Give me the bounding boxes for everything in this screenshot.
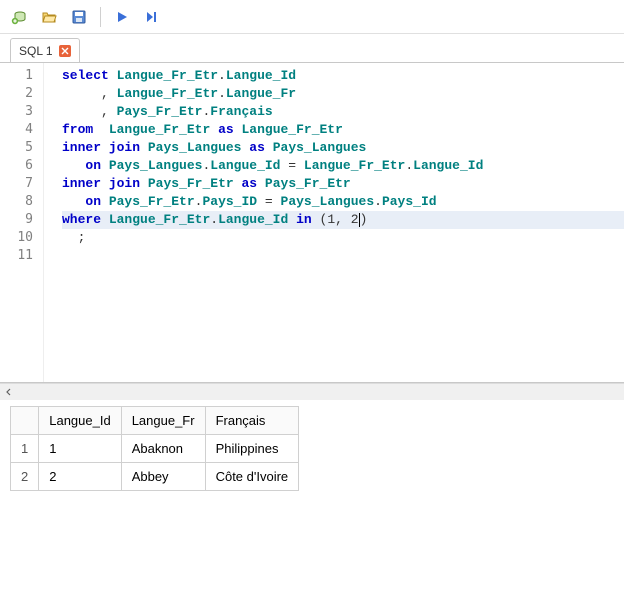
code-line: , Langue_Fr_Etr.Langue_Fr [62, 85, 624, 103]
cell[interactable]: Côte d'Ivoire [205, 463, 299, 491]
code-line: from Langue_Fr_Etr as Langue_Fr_Etr [62, 121, 624, 139]
cell[interactable]: Abbey [121, 463, 205, 491]
results-table[interactable]: Langue_IdLangue_FrFrançais 11AbaknonPhil… [10, 406, 299, 491]
scroll-left-icon[interactable] [0, 384, 17, 401]
cell[interactable]: 1 [39, 435, 121, 463]
tab-label: SQL 1 [19, 44, 53, 58]
tab-sql1[interactable]: SQL 1 [10, 38, 80, 62]
horizontal-scrollbar[interactable] [0, 383, 624, 400]
column-header[interactable]: Langue_Fr [121, 407, 205, 435]
editor-panel: 1234567891011 select Langue_Fr_Etr.Langu… [0, 62, 624, 400]
code-line: on Pays_Fr_Etr.Pays_ID = Pays_Langues.Pa… [62, 193, 624, 211]
line-number: 6 [0, 157, 43, 175]
row-number: 1 [11, 435, 39, 463]
row-number: 2 [11, 463, 39, 491]
code-editor[interactable]: 1234567891011 select Langue_Fr_Etr.Langu… [0, 63, 624, 383]
code-line: where Langue_Fr_Etr.Langue_Id in (1, 2) [62, 211, 624, 229]
code-line: inner join Pays_Fr_Etr as Pays_Fr_Etr [62, 175, 624, 193]
line-number: 2 [0, 85, 43, 103]
code-line: select Langue_Fr_Etr.Langue_Id [62, 67, 624, 85]
run-to-end-icon[interactable] [139, 4, 165, 30]
line-number: 3 [0, 103, 43, 121]
code-line: on Pays_Langues.Langue_Id = Langue_Fr_Et… [62, 157, 624, 175]
cell[interactable]: 2 [39, 463, 121, 491]
toolbar [0, 0, 624, 34]
line-number: 5 [0, 139, 43, 157]
line-number: 7 [0, 175, 43, 193]
table-row[interactable]: 22AbbeyCôte d'Ivoire [11, 463, 299, 491]
table-row[interactable]: 11AbaknonPhilippines [11, 435, 299, 463]
tab-bar: SQL 1 [0, 34, 624, 62]
cell[interactable]: Philippines [205, 435, 299, 463]
code-line [62, 247, 624, 265]
save-icon[interactable] [66, 4, 92, 30]
open-icon[interactable] [36, 4, 62, 30]
code-area[interactable]: select Langue_Fr_Etr.Langue_Id , Langue_… [44, 63, 624, 382]
line-number: 8 [0, 193, 43, 211]
line-number: 4 [0, 121, 43, 139]
row-header-blank [11, 407, 39, 435]
line-number: 1 [0, 67, 43, 85]
run-icon[interactable] [109, 4, 135, 30]
code-line: , Pays_Fr_Etr.Français [62, 103, 624, 121]
code-line: inner join Pays_Langues as Pays_Langues [62, 139, 624, 157]
line-gutter: 1234567891011 [0, 63, 44, 382]
connect-icon[interactable] [6, 4, 32, 30]
column-header[interactable]: Français [205, 407, 299, 435]
toolbar-separator [100, 7, 101, 27]
line-number: 9 [0, 211, 43, 229]
column-header[interactable]: Langue_Id [39, 407, 121, 435]
line-number: 11 [0, 247, 43, 265]
results-panel: Langue_IdLangue_FrFrançais 11AbaknonPhil… [0, 400, 624, 497]
cell[interactable]: Abaknon [121, 435, 205, 463]
close-icon[interactable] [59, 45, 71, 57]
line-number: 10 [0, 229, 43, 247]
code-line: ; [62, 229, 624, 247]
